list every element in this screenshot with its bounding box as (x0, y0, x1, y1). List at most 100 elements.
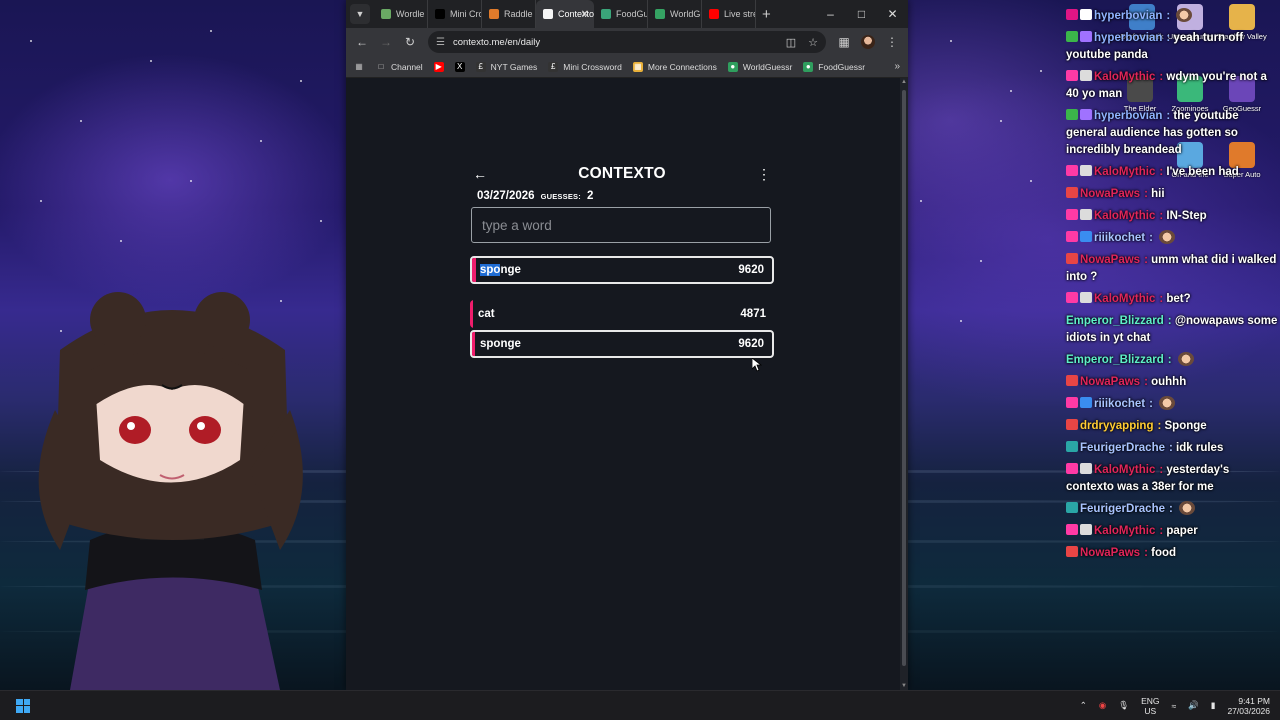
chat-badge-icon (1080, 165, 1092, 176)
chat-badge-icon (1080, 209, 1092, 220)
chat-badge-icon (1066, 463, 1078, 474)
close-window-icon[interactable]: ✕ (877, 0, 908, 28)
microphone-icon[interactable]: 🎙 (1118, 700, 1129, 711)
chat-message: NowaPaws: umm what did i walked into ? (1066, 252, 1280, 286)
install-app-icon[interactable]: ◫ (786, 36, 796, 49)
star-decoration (980, 260, 982, 262)
star-decoration (210, 30, 212, 32)
scroll-up-icon[interactable]: ▲ (900, 79, 908, 85)
last-guess-word-rest: nge (500, 264, 521, 276)
window-controls: – □ ✕ (815, 0, 908, 28)
star-decoration (80, 120, 82, 122)
browser-tab[interactable]: FoodGuessr (594, 0, 648, 28)
chat-badge-icon (1066, 231, 1078, 242)
bookmark-item[interactable]: £ NYT Games (475, 61, 538, 72)
tray-overflow-icon[interactable]: ⌃ (1080, 700, 1087, 711)
forward-icon[interactable]: → (376, 32, 396, 52)
reload-icon[interactable]: ↻ (400, 32, 420, 52)
chat-text: ouhhh (1151, 376, 1187, 388)
bookmark-star-icon[interactable]: ☆ (808, 36, 818, 49)
guess-row: sponge 9620 (470, 330, 774, 358)
browser-menu-icon[interactable]: ⋮ (882, 32, 902, 52)
chat-emote-icon (1159, 396, 1176, 410)
new-tab-icon[interactable]: + (762, 6, 771, 23)
browser-toolbar: ← → ↻ ☰ contexto.me/en/daily ◫ ☆ ▦ ⋮ (346, 28, 908, 56)
scroll-down-icon[interactable]: ▼ (900, 683, 908, 689)
browser-tab[interactable]: Live stream (702, 0, 756, 28)
chat-badge-icon (1080, 524, 1092, 535)
star-decoration (320, 220, 322, 222)
bookmark-item[interactable]: ▦ More Connections (632, 61, 717, 72)
similarity-bar (472, 258, 476, 282)
bookmark-label: NYT Games (490, 61, 538, 72)
globe-icon: ● (803, 61, 814, 72)
chat-message: hyperbovian: (1066, 8, 1280, 25)
windows-start-icon[interactable] (16, 698, 30, 713)
star-decoration (1000, 120, 1002, 122)
last-guess-word: sponge (480, 264, 521, 276)
chat-badge-icon (1080, 31, 1092, 42)
bookmark-label: FoodGuessr (818, 61, 866, 72)
bookmark-item[interactable]: ▶ (433, 61, 444, 72)
chat-emote-icon (1177, 352, 1194, 366)
bookmark-item[interactable]: £ Mini Crossword (548, 61, 622, 72)
chat-message: KaloMythic: I've been had (1066, 164, 1280, 181)
browser-tab[interactable]: Raddle (482, 0, 536, 28)
apps-grid-icon[interactable]: ▦ (354, 62, 364, 72)
site-info-icon[interactable]: ☰ (436, 37, 445, 48)
bookmark-item[interactable]: ● FoodGuessr (803, 61, 866, 72)
address-bar[interactable]: ☰ contexto.me/en/daily ◫ ☆ (428, 31, 826, 53)
chat-separator: : (1157, 420, 1165, 432)
browser-tab[interactable]: Contexto ✕ (536, 0, 594, 28)
guess-word: cat (478, 308, 495, 320)
app-tray-icon[interactable]: ◉ (1099, 700, 1106, 711)
guess-rank: 4871 (740, 308, 766, 320)
bookmark-item[interactable]: ● WorldGuessr (727, 61, 792, 72)
maximize-icon[interactable]: □ (846, 0, 877, 28)
clock-time: 9:41 PM (1238, 695, 1270, 706)
scrollbar-thumb[interactable] (902, 90, 906, 666)
wifi-icon[interactable]: ≈ (1172, 701, 1177, 711)
chat-username: NowaPaws (1080, 376, 1141, 388)
chat-emote-icon (1159, 230, 1176, 244)
similarity-bar (470, 300, 473, 328)
chat-badge-icon (1080, 292, 1092, 303)
tab-search-icon[interactable]: ▼ (350, 4, 370, 24)
close-tab-icon[interactable]: ✕ (581, 9, 589, 20)
chat-badge-icon (1080, 70, 1092, 81)
minimize-icon[interactable]: – (815, 0, 846, 28)
keyboard-layout: US (1144, 705, 1157, 716)
extensions-icon[interactable]: ▦ (834, 32, 854, 52)
chat-username: KaloMythic (1094, 525, 1156, 537)
bookmark-item[interactable]: X (454, 61, 465, 72)
game-info: 03/27/2026 GUESSES: 2 (470, 190, 774, 202)
star-decoration (1030, 180, 1032, 182)
star-decoration (1040, 70, 1042, 72)
clock[interactable]: 9:41 PM 27/03/2026 (1227, 696, 1270, 716)
chat-text: Sponge (1164, 420, 1207, 432)
browser-tab[interactable]: Wordle (374, 0, 428, 28)
chat-username: drdryyapping (1080, 420, 1154, 432)
chat-username: riiikochet (1094, 398, 1146, 410)
language-indicator[interactable]: ENG US (1141, 696, 1159, 716)
guess-input[interactable] (471, 207, 771, 243)
more-bookmarks-icon[interactable]: » (894, 61, 900, 72)
youtube-icon: ▶ (433, 61, 444, 72)
tab-label: WorldGuessr (670, 9, 701, 19)
chat-username: NowaPaws (1080, 254, 1141, 266)
browser-tab[interactable]: Mini Crossword (428, 0, 482, 28)
volume-icon[interactable]: 🔊 (1188, 700, 1199, 711)
chat-badge-icon (1066, 441, 1078, 452)
chat-badge-icon (1066, 546, 1078, 557)
battery-icon[interactable]: ▮ (1211, 700, 1216, 711)
bookmark-item[interactable]: □ Channel (376, 62, 423, 72)
chat-badge-icon (1066, 397, 1078, 408)
chat-badge-icon (1066, 502, 1078, 513)
back-arrow-icon[interactable]: ← (470, 164, 490, 184)
chat-badge-icon (1066, 253, 1078, 264)
browser-tab[interactable]: WorldGuessr (648, 0, 702, 28)
page-scrollbar[interactable]: ▲ ▼ (900, 78, 908, 690)
more-options-icon[interactable]: ⋮ (754, 164, 774, 184)
back-icon[interactable]: ← (352, 32, 372, 52)
profile-avatar[interactable] (858, 32, 878, 52)
